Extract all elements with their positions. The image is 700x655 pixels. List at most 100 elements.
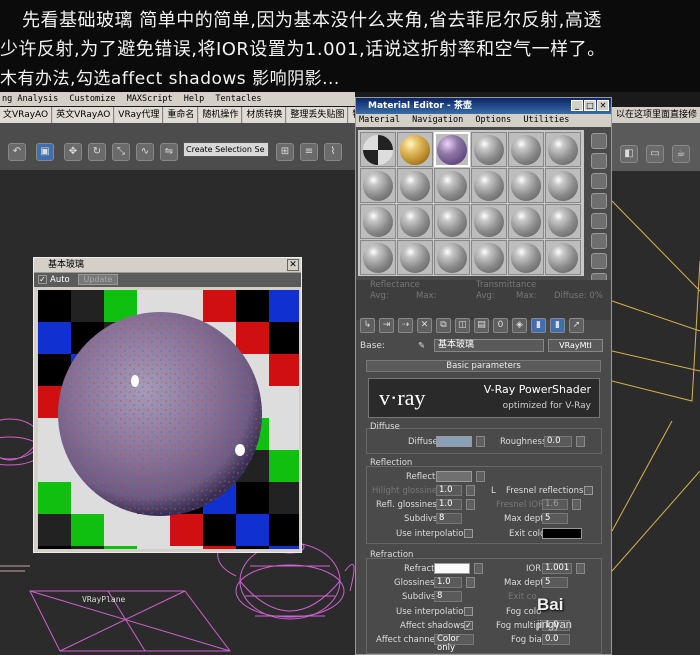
- close-icon[interactable]: ✕: [287, 259, 299, 271]
- refr-max-depth-field[interactable]: 5: [542, 577, 568, 588]
- make-preview-icon[interactable]: [591, 233, 607, 249]
- sample-slot[interactable]: [434, 132, 470, 167]
- background-icon[interactable]: [591, 173, 607, 189]
- tab-vray-proxy[interactable]: VRay代理: [115, 107, 164, 123]
- named-selection-set-dropdown[interactable]: Create Selection Se: [183, 142, 269, 157]
- refr-use-interpolation-checkbox[interactable]: [464, 607, 473, 616]
- snap-icon[interactable]: ∿: [136, 143, 154, 161]
- show-map-icon[interactable]: ◈: [512, 318, 527, 333]
- get-material-icon[interactable]: ↳: [360, 318, 375, 333]
- close-icon[interactable]: ✕: [597, 100, 609, 111]
- diffuse-color-swatch[interactable]: [436, 436, 472, 447]
- go-to-parent-icon[interactable]: ▮: [550, 318, 565, 333]
- rotate-icon[interactable]: ↻: [88, 143, 106, 161]
- menu-options[interactable]: Options: [475, 115, 511, 125]
- video-color-icon[interactable]: [591, 213, 607, 229]
- tab-material-convert[interactable]: 材质转换: [243, 107, 287, 123]
- affect-shadows-checkbox[interactable]: ✓: [464, 621, 473, 630]
- fresnel-ior-field[interactable]: 1.6: [542, 499, 568, 510]
- menu-item-maxscript[interactable]: MAXScript: [127, 94, 173, 104]
- ior-map-button[interactable]: [576, 563, 585, 574]
- menu-item-analysis[interactable]: ng Analysis: [2, 94, 58, 104]
- reflect-color-swatch[interactable]: [436, 471, 472, 482]
- tab-vrayao-cn[interactable]: 文VRayAO: [0, 107, 53, 123]
- sample-uv-icon[interactable]: [591, 193, 607, 209]
- refract-color-swatch[interactable]: [434, 563, 470, 574]
- sample-slot[interactable]: [508, 240, 544, 275]
- affect-channels-dropdown[interactable]: Color only: [434, 634, 474, 653]
- refl-use-interpolation-checkbox[interactable]: [464, 529, 473, 538]
- refr-glossiness-field[interactable]: 1.0: [434, 577, 462, 588]
- sample-slot[interactable]: [434, 168, 470, 203]
- menu-item-tentacles[interactable]: Tentacles: [215, 94, 261, 104]
- menu-navigation[interactable]: Navigation: [412, 115, 463, 125]
- sample-slot[interactable]: [508, 132, 544, 167]
- sample-slot[interactable]: [397, 240, 433, 275]
- fresnel-checkbox[interactable]: [584, 486, 593, 495]
- sample-slot[interactable]: [471, 240, 507, 275]
- right-tab-text[interactable]: 以在这项里面直接修: [612, 107, 700, 123]
- sample-slot[interactable]: [508, 204, 544, 239]
- refl-max-depth-field[interactable]: 5: [542, 513, 568, 524]
- undo-icon[interactable]: ↶: [8, 143, 26, 161]
- sample-slot[interactable]: [471, 132, 507, 167]
- reflect-map-button[interactable]: [476, 471, 485, 482]
- sample-slot[interactable]: [434, 204, 470, 239]
- maximize-icon[interactable]: □: [584, 100, 596, 111]
- fog-bias-field[interactable]: 0.0: [542, 634, 570, 645]
- refl-glossiness-field[interactable]: 1.0: [436, 499, 462, 510]
- make-unique-icon[interactable]: ◫: [455, 318, 470, 333]
- minimize-icon[interactable]: _: [571, 100, 583, 111]
- material-name-field[interactable]: 基本玻璃: [434, 339, 544, 352]
- perspective-viewport-right[interactable]: [612, 171, 700, 655]
- layer-icon[interactable]: ≡: [300, 143, 318, 161]
- sample-slot[interactable]: [471, 204, 507, 239]
- put-to-library-icon[interactable]: ▤: [474, 318, 489, 333]
- tab-rename[interactable]: 重命名: [164, 107, 199, 123]
- material-type-button[interactable]: VRayMtl: [548, 339, 603, 352]
- sample-type-icon[interactable]: [591, 133, 607, 149]
- render-teapot-icon[interactable]: ☕: [672, 145, 690, 163]
- refl-subdivs-field[interactable]: 8: [436, 513, 462, 524]
- tab-missing-maps[interactable]: 整理丢失贴图: [287, 107, 349, 123]
- roughness-map-button[interactable]: [576, 436, 585, 447]
- ior-field[interactable]: 1.001: [542, 563, 572, 574]
- sample-slot[interactable]: [545, 132, 581, 167]
- hilight-glossiness-field[interactable]: 1.0: [436, 485, 462, 496]
- sample-slot[interactable]: [545, 240, 581, 275]
- backlight-icon[interactable]: [591, 153, 607, 169]
- tab-random[interactable]: 随机操作: [199, 107, 243, 123]
- make-copy-icon[interactable]: ⧉: [436, 318, 451, 333]
- fresnel-ior-map-button[interactable]: [572, 499, 581, 510]
- sample-slot[interactable]: [360, 240, 396, 275]
- align-icon[interactable]: ⊞: [276, 143, 294, 161]
- material-id-icon[interactable]: 0: [493, 318, 508, 333]
- sample-slot[interactable]: [434, 240, 470, 275]
- put-to-scene-icon[interactable]: ⇥: [379, 318, 394, 333]
- refl-gloss-map-button[interactable]: [466, 499, 475, 510]
- show-end-result-icon[interactable]: ▮: [531, 318, 546, 333]
- hilight-map-button[interactable]: [466, 485, 475, 496]
- sample-slot[interactable]: [545, 204, 581, 239]
- move-icon[interactable]: ✥: [64, 143, 82, 161]
- refr-gloss-map-button[interactable]: [466, 577, 475, 588]
- pick-material-icon[interactable]: ✎: [418, 339, 425, 353]
- tab-vrayao-en[interactable]: 英文VRayAO: [53, 107, 115, 123]
- sample-slot[interactable]: [397, 204, 433, 239]
- select-region-icon[interactable]: ▣: [36, 143, 54, 161]
- refr-subdivs-field[interactable]: 8: [434, 591, 462, 602]
- roughness-field[interactable]: 0.0: [544, 436, 572, 447]
- curve-editor-icon[interactable]: ⌇: [324, 143, 342, 161]
- assign-material-icon[interactable]: ⇢: [398, 318, 413, 333]
- menu-material[interactable]: Material: [359, 115, 400, 125]
- basic-parameters-rollout[interactable]: Basic parameters: [366, 360, 601, 372]
- scale-icon[interactable]: ⤡: [112, 143, 130, 161]
- menu-item-help[interactable]: Help: [184, 94, 204, 104]
- update-button[interactable]: Update: [78, 274, 118, 285]
- diffuse-map-button[interactable]: [476, 436, 485, 447]
- refl-exit-color-swatch[interactable]: [542, 528, 582, 539]
- mirror-icon[interactable]: ⇋: [160, 143, 178, 161]
- menu-utilities[interactable]: Utilities: [523, 115, 569, 125]
- sample-slot[interactable]: [508, 168, 544, 203]
- auto-checkbox[interactable]: ✓: [38, 275, 47, 284]
